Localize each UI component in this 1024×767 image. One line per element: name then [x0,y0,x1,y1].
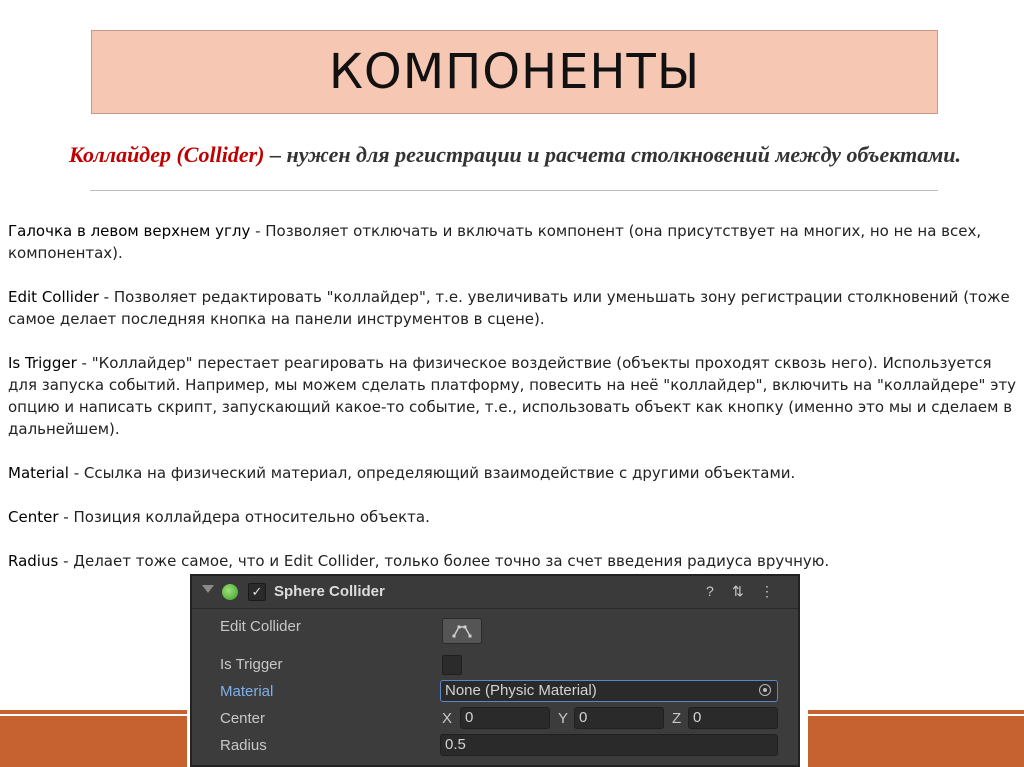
material-field[interactable]: None (Physic Material) [440,680,778,702]
material-value: None (Physic Material) [445,682,597,699]
presets-icon[interactable]: ⇅ [732,583,744,600]
desc-edit-collider: - Позволяет редактировать "коллайдер", т… [8,288,1010,328]
term-checkbox: Галочка в левом верхнем углу [8,222,251,240]
center-y-field[interactable]: 0 [574,707,664,729]
term-radius: Radius [8,552,59,570]
center-y-label: Y [558,710,569,727]
decor-stripe-right [808,710,1024,767]
desc-material: - Ссылка на физический материал, определ… [68,464,796,482]
foldout-arrow-icon[interactable] [202,585,214,593]
material-label: Material [220,683,274,700]
desc-radius: - Делает тоже самое, что и Edit Collider… [58,552,830,570]
page-title: КОМПОНЕНТЫ [328,44,701,100]
description-list: Галочка в левом верхнем углу - Позволяет… [8,220,1018,594]
paragraph-is-trigger: Is Trigger - "Коллайдер" перестает реаги… [8,352,1018,440]
context-menu-icon[interactable]: ⋮ [760,583,774,600]
object-picker-icon[interactable] [759,684,771,696]
center-label: Center [220,710,266,727]
subtitle-text: – нужен для регистрации и расчета столкн… [264,142,962,167]
paragraph-radius: Radius - Делает тоже самое, что и Edit C… [8,550,1018,572]
center-z-field[interactable]: 0 [688,707,778,729]
sphere-collider-icon [222,584,238,600]
center-x-field[interactable]: 0 [460,707,550,729]
is-trigger-label: Is Trigger [220,656,283,673]
edit-collider-label: Edit Collider [220,618,301,635]
divider [90,190,938,191]
term-edit-collider: Edit Collider [8,288,99,306]
subtitle-term: Коллайдер (Collider) [68,142,265,167]
component-enabled-checkbox[interactable]: ✓ [248,583,266,601]
decor-stripe-left [0,710,187,767]
radius-label: Radius [220,737,267,754]
term-center: Center [8,508,59,526]
paragraph-edit-collider: Edit Collider - Позволяет редактировать … [8,286,1018,330]
desc-is-trigger: - "Коллайдер" перестает реагировать на ф… [8,354,1017,438]
is-trigger-checkbox[interactable] [442,655,462,675]
radius-field[interactable]: 0.5 [440,734,778,756]
center-z-label: Z [672,710,682,727]
paragraph-checkbox: Галочка в левом верхнем углу - Позволяет… [8,220,1018,264]
paragraph-material: Material - Ссылка на физический материал… [8,462,1018,484]
term-is-trigger: Is Trigger [8,354,77,372]
sphere-collider-inspector: ✓ Sphere Collider ? ⇅ ⋮ Edit Collider Is… [190,574,800,767]
title-box: КОМПОНЕНТЫ [91,30,938,114]
desc-center: - Позиция коллайдера относительно объект… [58,508,430,526]
edit-collider-button[interactable] [442,618,482,644]
paragraph-center: Center - Позиция коллайдера относительно… [8,506,1018,528]
term-material: Material [8,464,69,482]
component-header[interactable]: ✓ Sphere Collider ? ⇅ ⋮ [192,576,798,609]
subtitle: Коллайдер (Collider) – нужен для регистр… [40,140,990,170]
help-icon[interactable]: ? [706,583,714,599]
center-x-label: X [442,710,453,727]
component-name: Sphere Collider [274,583,385,600]
edit-collider-icon [452,625,472,638]
